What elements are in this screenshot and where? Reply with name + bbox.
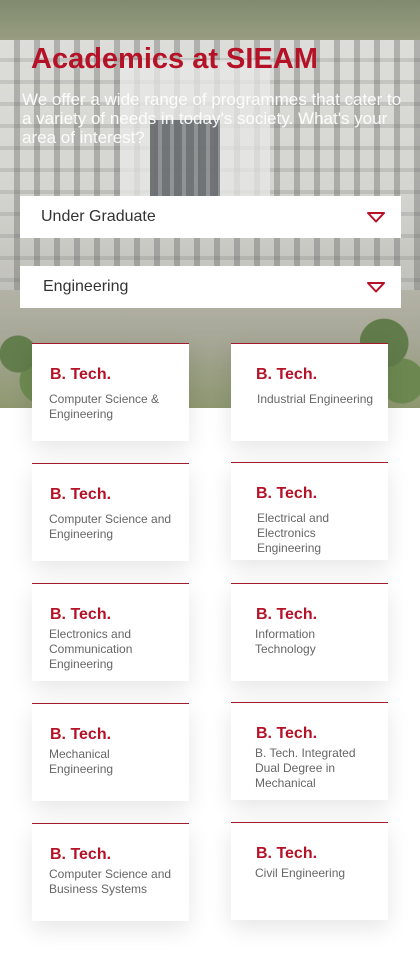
programme-card[interactable]: B. Tech. Information Technology xyxy=(231,583,388,681)
programme-name: Electronics and Communication Engineerin… xyxy=(49,627,133,671)
page-title: Academics at SIEAM xyxy=(31,43,318,75)
programme-card[interactable]: B. Tech. Electronics and Communication E… xyxy=(32,583,189,681)
programme-card[interactable]: B. Tech. Computer Science & Engineering xyxy=(32,343,189,441)
programme-card[interactable]: B. Tech. B. Tech. Integrated Dual Degree… xyxy=(231,702,388,800)
caret-down-icon xyxy=(367,212,385,223)
programme-degree: B. Tech. xyxy=(50,606,112,623)
programme-name: B. Tech. Integrated Dual Degree in Mecha… xyxy=(255,746,356,790)
programme-name: Computer Science & Engineering xyxy=(49,392,160,421)
programme-card[interactable]: B. Tech. Computer Science and Business S… xyxy=(32,823,189,921)
level-select-value: Under Graduate xyxy=(41,208,156,225)
programme-degree: B. Tech. xyxy=(256,366,318,383)
page-subtitle: We offer a wide range of programmes that… xyxy=(22,90,402,147)
programme-degree: B. Tech. xyxy=(256,845,318,862)
caret-down-icon xyxy=(367,282,385,293)
programme-card[interactable]: B. Tech. Electrical and Electronics Engi… xyxy=(231,462,388,560)
programme-card[interactable]: B. Tech. Mechanical Engineering xyxy=(32,703,189,801)
discipline-select[interactable]: Engineering xyxy=(20,266,401,308)
programme-name: Industrial Engineering xyxy=(257,392,374,406)
programme-name: Computer Science and Business Systems xyxy=(49,867,172,896)
programme-degree: B. Tech. xyxy=(256,606,318,623)
programme-degree: B. Tech. xyxy=(256,485,318,502)
programme-degree: B. Tech. xyxy=(50,486,112,503)
programme-name: Civil Engineering xyxy=(255,866,346,880)
programme-degree: B. Tech. xyxy=(50,846,112,863)
programme-name: Mechanical Engineering xyxy=(49,747,114,776)
programme-card[interactable]: B. Tech. Industrial Engineering xyxy=(231,343,388,441)
programme-name: Information Technology xyxy=(255,627,316,656)
programme-name: Computer Science and Engineering xyxy=(49,512,172,541)
programme-degree: B. Tech. xyxy=(50,366,112,383)
level-select[interactable]: Under Graduate xyxy=(20,196,401,238)
discipline-select-value: Engineering xyxy=(43,278,129,295)
programme-degree: B. Tech. xyxy=(256,725,318,742)
programme-card[interactable]: B. Tech. Computer Science and Engineerin… xyxy=(32,463,189,561)
programme-name: Electrical and Electronics Engineering xyxy=(257,511,330,555)
programme-card[interactable]: B. Tech. Civil Engineering xyxy=(231,822,388,920)
programme-degree: B. Tech. xyxy=(50,726,112,743)
